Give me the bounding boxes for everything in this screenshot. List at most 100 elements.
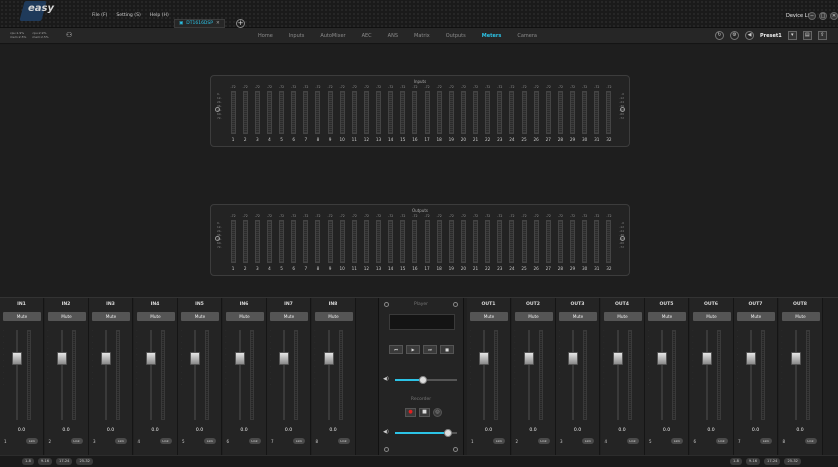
fader-knob[interactable] bbox=[701, 352, 712, 365]
inputs-fader[interactable]: · · · · · · · · · · bbox=[315, 328, 353, 423]
device-tab[interactable]: ▣ DT1616DSP ✕ bbox=[174, 19, 225, 28]
outputs-right-knob-icon[interactable] bbox=[620, 236, 625, 241]
input-bank-button[interactable]: 17-24 bbox=[56, 458, 73, 465]
inputs-fader[interactable]: · · · · · · · · · · bbox=[270, 328, 308, 423]
fader-knob[interactable] bbox=[612, 352, 623, 365]
mute-button[interactable]: Mute bbox=[314, 312, 353, 321]
fader-knob[interactable] bbox=[479, 352, 489, 365]
close-icon[interactable]: ✕ bbox=[830, 12, 838, 20]
inputs-fader[interactable]: · · · · · · · · · · bbox=[48, 328, 86, 423]
tab-home[interactable]: Home bbox=[250, 33, 281, 39]
inputs-fader[interactable]: · · · · · · · · · · bbox=[3, 328, 41, 423]
outputs-fader[interactable]: · · · · · · · · · · bbox=[470, 328, 508, 423]
mute-button[interactable]: Mute bbox=[559, 312, 597, 321]
record-icon[interactable]: ● bbox=[405, 408, 416, 417]
menu-help[interactable]: Help (H) bbox=[150, 13, 169, 18]
recorder-volume-slider[interactable]: ◀) bbox=[383, 429, 461, 437]
link-button[interactable]: Link bbox=[159, 438, 172, 444]
link-button[interactable]: Link bbox=[671, 438, 683, 444]
link-button[interactable]: Link bbox=[248, 438, 261, 444]
outputs-fader[interactable]: · · · · · · · · · · bbox=[648, 328, 686, 423]
outputs-left-knob-icon[interactable] bbox=[215, 236, 220, 241]
add-device-icon[interactable]: + bbox=[236, 19, 245, 28]
link-button[interactable]: Link bbox=[804, 438, 817, 444]
mute-button[interactable]: Mute bbox=[648, 312, 686, 321]
link-button[interactable]: Link bbox=[537, 438, 550, 444]
save-icon[interactable]: ▤ bbox=[802, 31, 812, 40]
preset-label[interactable]: Preset1 bbox=[760, 33, 782, 39]
fader-knob[interactable] bbox=[12, 352, 22, 365]
link-button[interactable]: Link bbox=[760, 438, 772, 444]
tab-automixer[interactable]: AutoMixer bbox=[312, 33, 353, 39]
fader-knob[interactable] bbox=[234, 352, 245, 365]
fader-knob[interactable] bbox=[145, 352, 156, 365]
mute-button[interactable]: Mute bbox=[225, 312, 264, 321]
close-tab-icon[interactable]: ✕ bbox=[216, 21, 220, 26]
link-button[interactable]: Link bbox=[204, 438, 216, 444]
player-volume-thumb[interactable] bbox=[418, 376, 427, 384]
fader-knob[interactable] bbox=[746, 352, 756, 365]
mute-button[interactable]: Mute bbox=[136, 312, 175, 321]
mute-button[interactable]: Mute bbox=[781, 312, 820, 321]
preset-dropdown-icon[interactable]: ▾ bbox=[787, 31, 797, 40]
mute-button[interactable]: Mute bbox=[603, 312, 642, 321]
previous-icon[interactable]: ⏮ bbox=[389, 345, 403, 354]
fader-knob[interactable] bbox=[279, 352, 289, 365]
settings-icon[interactable]: ⚙ bbox=[730, 31, 739, 40]
recorder-volume-thumb[interactable] bbox=[443, 429, 452, 437]
inputs-left-knob-icon[interactable] bbox=[215, 107, 220, 112]
fader-knob[interactable] bbox=[523, 352, 534, 365]
player-volume-slider[interactable]: ◀) bbox=[383, 376, 461, 384]
tab-meters[interactable]: Meters bbox=[474, 33, 510, 39]
outputs-fader[interactable]: · · · · · · · · · · bbox=[693, 328, 731, 423]
mute-button[interactable]: Mute bbox=[270, 312, 308, 321]
speaker-icon[interactable]: ◀ bbox=[745, 31, 754, 40]
fader-knob[interactable] bbox=[568, 352, 578, 365]
output-bank-button[interactable]: 1-8 bbox=[730, 458, 742, 465]
outputs-fader[interactable]: · · · · · · · · · · bbox=[559, 328, 597, 423]
input-bank-button[interactable]: 1-8 bbox=[22, 458, 34, 465]
link-button[interactable]: Link bbox=[293, 438, 305, 444]
output-bank-button[interactable]: 17-24 bbox=[764, 458, 781, 465]
input-bank-button[interactable]: 9-16 bbox=[37, 458, 53, 465]
mute-button[interactable]: Mute bbox=[3, 312, 41, 321]
output-bank-button[interactable]: 9-16 bbox=[745, 458, 761, 465]
maximize-icon[interactable]: □ bbox=[819, 12, 827, 20]
link-button[interactable]: Link bbox=[715, 438, 728, 444]
outputs-fader[interactable]: · · · · · · · · · · bbox=[604, 328, 642, 423]
fader-knob[interactable] bbox=[190, 352, 200, 365]
fader-knob[interactable] bbox=[790, 352, 801, 365]
tab-ans[interactable]: ANS bbox=[380, 33, 406, 39]
record-options-icon[interactable]: ◎ bbox=[433, 408, 442, 417]
network-icon[interactable]: ⚇ bbox=[66, 31, 72, 39]
outputs-fader[interactable]: · · · · · · · · · · bbox=[515, 328, 553, 423]
link-button[interactable]: Link bbox=[626, 438, 639, 444]
fader-knob[interactable] bbox=[101, 352, 111, 365]
tab-outputs[interactable]: Outputs bbox=[438, 33, 474, 39]
input-bank-button[interactable]: 25-32 bbox=[76, 458, 93, 465]
inputs-fader[interactable]: · · · · · · · · · · bbox=[92, 328, 130, 423]
menu-file[interactable]: File (F) bbox=[92, 13, 107, 18]
play-icon[interactable]: ▶ bbox=[406, 345, 420, 354]
tab-aec[interactable]: AEC bbox=[354, 33, 380, 39]
mute-button[interactable]: Mute bbox=[470, 312, 508, 321]
link-button[interactable]: Link bbox=[26, 438, 38, 444]
next-icon[interactable]: ⏭ bbox=[423, 345, 437, 354]
link-button[interactable]: Link bbox=[70, 438, 83, 444]
inputs-right-knob-icon[interactable] bbox=[620, 107, 625, 112]
tab-inputs[interactable]: Inputs bbox=[281, 33, 313, 39]
inputs-fader[interactable]: · · · · · · · · · · bbox=[181, 328, 219, 423]
stop-icon[interactable]: ■ bbox=[440, 345, 454, 354]
outputs-fader[interactable]: · · · · · · · · · · bbox=[782, 328, 820, 423]
output-bank-button[interactable]: 25-32 bbox=[784, 458, 801, 465]
record-stop-icon[interactable]: ■ bbox=[419, 408, 430, 417]
link-button[interactable]: Link bbox=[115, 438, 127, 444]
mute-button[interactable]: Mute bbox=[692, 312, 731, 321]
outputs-fader[interactable]: · · · · · · · · · · bbox=[737, 328, 775, 423]
mute-button[interactable]: Mute bbox=[514, 312, 553, 321]
minimize-icon[interactable]: − bbox=[808, 12, 816, 20]
link-button[interactable]: Link bbox=[582, 438, 594, 444]
share-icon[interactable]: ⇪ bbox=[817, 31, 827, 40]
mute-button[interactable]: Mute bbox=[47, 312, 86, 321]
sync-icon[interactable]: ↻ bbox=[715, 31, 724, 40]
